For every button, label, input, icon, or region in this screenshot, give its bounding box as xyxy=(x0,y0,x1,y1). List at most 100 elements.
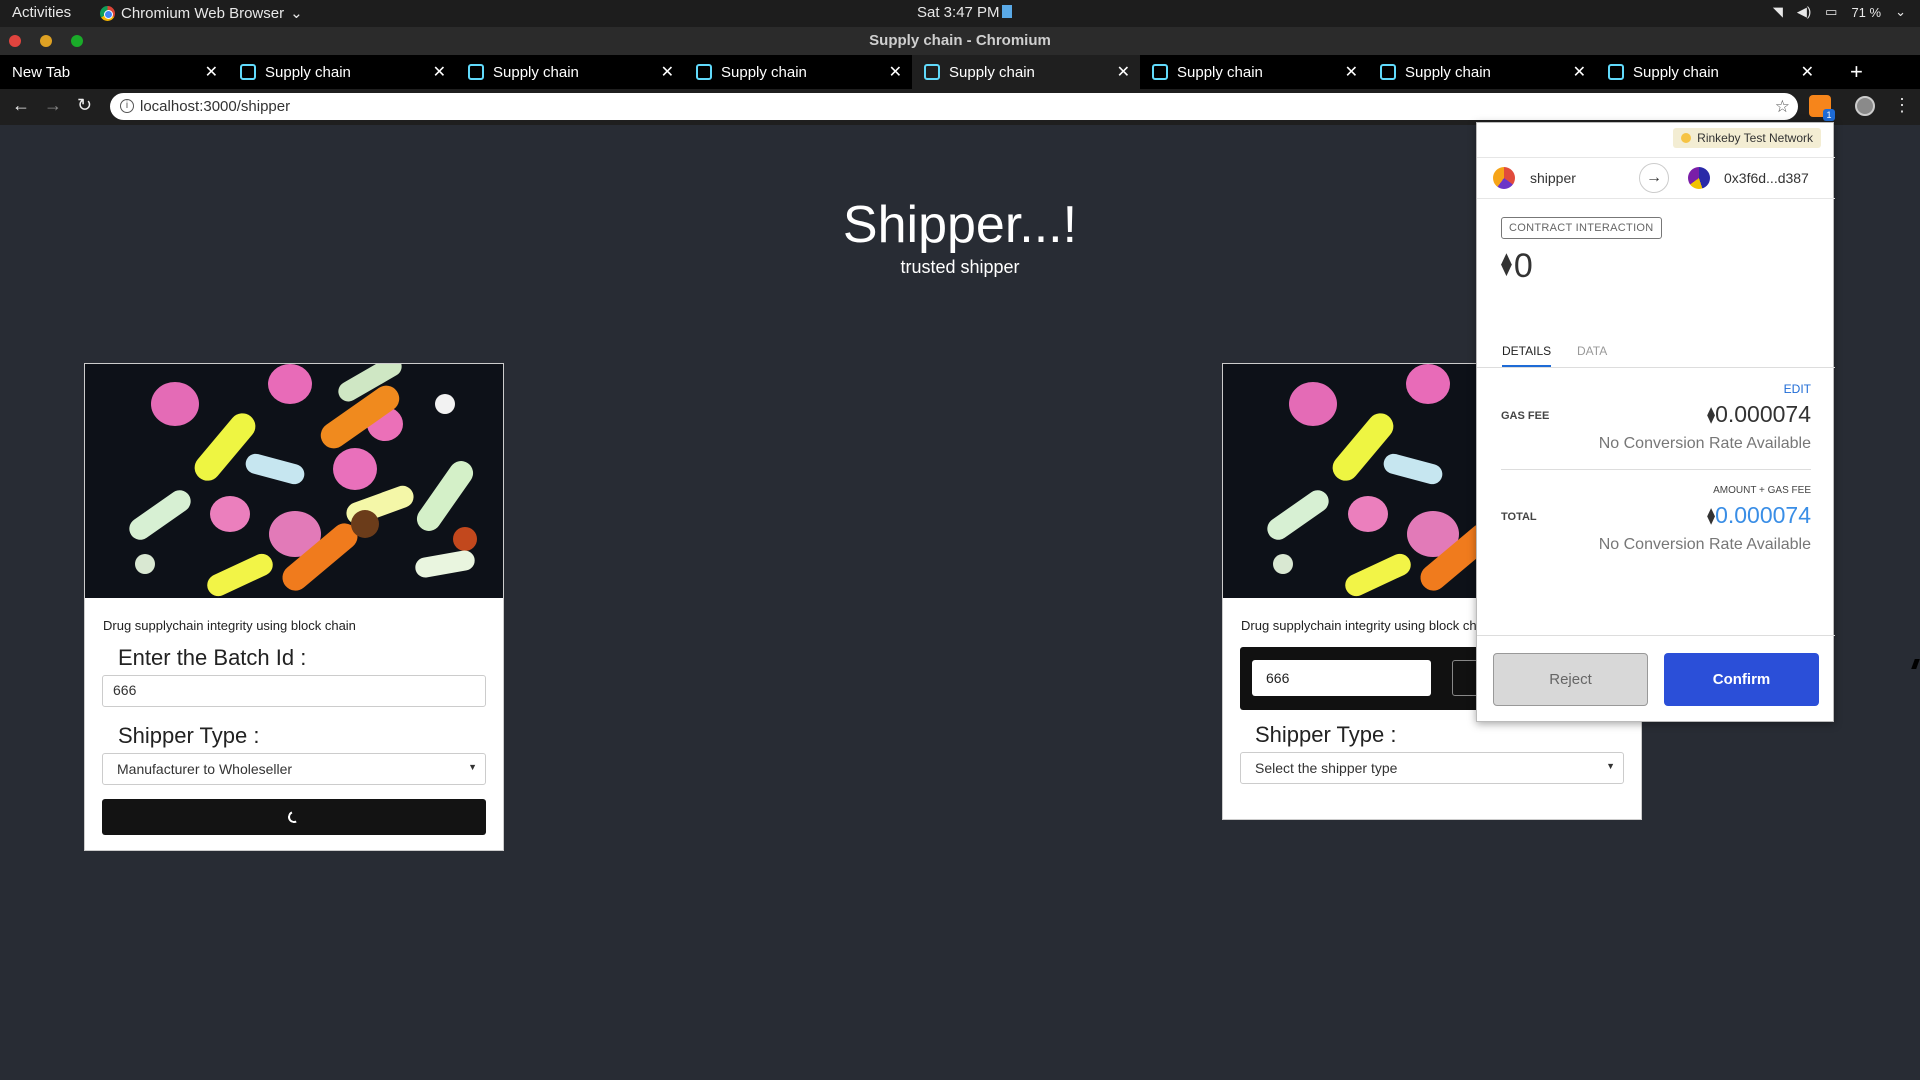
tab-label: Supply chain xyxy=(1177,63,1263,81)
tab-label: Supply chain xyxy=(721,63,807,81)
batch-id-input[interactable]: 666 xyxy=(102,675,486,707)
notification-icon xyxy=(1001,5,1012,18)
sender-name[interactable]: shipper xyxy=(1530,170,1576,186)
volume-icon: ◀) xyxy=(1796,4,1812,19)
edit-gas-link[interactable]: EDIT xyxy=(1784,382,1811,396)
metamask-popup: Rinkeby Test Network shipper → 0x3f6d...… xyxy=(1476,122,1835,722)
tab-supply-chain[interactable]: Supply chain ✕ xyxy=(228,55,456,89)
total-label: TOTAL xyxy=(1501,511,1537,523)
network-name: Rinkeby Test Network xyxy=(1697,131,1813,145)
reload-icon[interactable]: ↻ xyxy=(77,95,92,116)
caret-down-icon: ▼ xyxy=(1606,761,1615,771)
ethereum-icon: ⧫ xyxy=(1707,407,1716,424)
info-icon[interactable]: i xyxy=(120,99,134,113)
close-icon[interactable]: ✕ xyxy=(889,62,902,82)
close-icon[interactable]: ✕ xyxy=(1345,62,1358,82)
card-description: Drug supplychain integrity using block c… xyxy=(103,618,356,633)
tab-label: Supply chain xyxy=(1633,63,1719,81)
network-selector[interactable]: Rinkeby Test Network xyxy=(1673,128,1821,148)
chevron-down-icon: ⌄ xyxy=(290,5,303,22)
pills-image xyxy=(85,364,503,598)
reject-button[interactable]: Reject xyxy=(1493,653,1648,706)
batch-id-label: Enter the Batch Id : xyxy=(118,645,307,670)
activities-button[interactable]: Activities xyxy=(12,4,71,21)
divider xyxy=(1501,469,1811,470)
total-hint: AMOUNT + GAS FEE xyxy=(1713,485,1811,496)
tab-supply-chain[interactable]: Supply chain ✕ xyxy=(1596,55,1824,89)
kebab-menu-icon[interactable]: ⋮ xyxy=(1893,95,1911,116)
react-icon xyxy=(468,64,484,80)
forward-arrow-icon[interactable]: → xyxy=(44,95,62,116)
chromium-icon xyxy=(100,5,115,21)
mouse-cursor xyxy=(1911,659,1920,669)
tab-new-tab[interactable]: New Tab ✕ xyxy=(0,55,228,89)
batch-id-input[interactable]: 666 xyxy=(1252,660,1431,696)
back-arrow-icon[interactable]: ← xyxy=(12,95,30,116)
shipper-type-select[interactable]: Manufacturer to Wholeseller ▼ xyxy=(102,753,486,785)
submit-button-loading[interactable] xyxy=(102,799,486,835)
amount-value: 0 xyxy=(1513,247,1533,285)
tab-label: Supply chain xyxy=(265,63,351,81)
bookmark-star-icon[interactable]: ☆ xyxy=(1775,93,1790,120)
close-icon[interactable]: ✕ xyxy=(1801,62,1814,82)
react-icon xyxy=(240,64,256,80)
tab-data[interactable]: DATA xyxy=(1577,344,1607,358)
network-status-dot xyxy=(1681,133,1692,143)
detail-tabs: DETAILS DATA xyxy=(1477,338,1835,368)
address-bar[interactable]: i localhost:3000/shipper ☆ xyxy=(110,93,1798,120)
shipper-type-label: Shipper Type : xyxy=(1255,722,1397,747)
react-icon xyxy=(1152,64,1168,80)
clock-text: Sat 3:47 PM xyxy=(917,4,1000,21)
total-amount: 0.000074 xyxy=(1715,502,1811,528)
recipient-address[interactable]: 0x3f6d...d387 xyxy=(1724,170,1809,186)
shipper-type-label: Shipper Type : xyxy=(118,723,260,748)
close-icon[interactable]: ✕ xyxy=(205,62,218,82)
ethereum-icon: ⧫ xyxy=(1501,251,1512,276)
react-icon xyxy=(1608,64,1624,80)
system-tray[interactable]: ◥ ◀) ▭ 71 % ⌄ xyxy=(1773,4,1906,20)
gas-fee-value: ⧫0.000074 xyxy=(1707,401,1811,428)
pills-illustration xyxy=(85,364,503,598)
shipper-type-select[interactable]: Select the shipper type ▼ xyxy=(1240,752,1624,784)
new-tab-button[interactable]: + xyxy=(1850,59,1863,85)
close-window-icon[interactable] xyxy=(9,35,21,47)
metamask-extension-icon[interactable]: 1 xyxy=(1809,95,1835,121)
total-conversion-note: No Conversion Rate Available xyxy=(1598,536,1811,553)
total-value: ⧫0.000074 xyxy=(1707,502,1811,529)
tab-supply-chain[interactable]: Supply chain ✕ xyxy=(684,55,912,89)
window-title-bar: Supply chain - Chromium xyxy=(0,27,1920,55)
gas-fee-label: GAS FEE xyxy=(1501,410,1550,422)
extension-badge: 1 xyxy=(1823,109,1835,121)
gas-fee-amount: 0.000074 xyxy=(1715,401,1811,427)
transaction-amount: ⧫0 xyxy=(1501,247,1533,286)
tab-supply-chain-active[interactable]: Supply chain ✕ xyxy=(912,55,1140,89)
confirm-button[interactable]: Confirm xyxy=(1664,653,1819,706)
react-icon xyxy=(924,64,940,80)
tab-label: New Tab xyxy=(12,63,71,81)
close-icon[interactable]: ✕ xyxy=(1573,62,1586,82)
tab-details[interactable]: DETAILS xyxy=(1502,344,1552,367)
sender-recipient-row: shipper → 0x3f6d...d387 xyxy=(1477,157,1835,199)
tab-supply-chain[interactable]: Supply chain ✕ xyxy=(1140,55,1368,89)
chevron-down-icon: ⌄ xyxy=(1895,4,1906,19)
loading-spinner-icon xyxy=(286,809,302,825)
close-icon[interactable]: ✕ xyxy=(661,62,674,82)
window-title: Supply chain - Chromium xyxy=(869,32,1051,49)
browser-toolbar: ← → ↻ i localhost:3000/shipper ☆ 1 ⋮ xyxy=(0,89,1920,125)
wifi-icon: ◥ xyxy=(1772,4,1783,19)
sender-avatar xyxy=(1493,167,1515,189)
tab-supply-chain[interactable]: Supply chain ✕ xyxy=(456,55,684,89)
tab-label: Supply chain xyxy=(1405,63,1491,81)
close-icon[interactable]: ✕ xyxy=(1117,62,1130,82)
tab-supply-chain[interactable]: Supply chain ✕ xyxy=(1368,55,1596,89)
gas-fee-conversion-note: No Conversion Rate Available xyxy=(1598,435,1811,452)
app-menu[interactable]: Chromium Web Browser ⌄ xyxy=(100,4,303,22)
minimize-window-icon[interactable] xyxy=(40,35,52,47)
profile-avatar[interactable] xyxy=(1855,96,1875,116)
selected-option: Manufacturer to Wholeseller xyxy=(117,761,293,777)
close-icon[interactable]: ✕ xyxy=(433,62,446,82)
clock[interactable]: Sat 3:47 PM xyxy=(917,4,1012,21)
url-text: localhost:3000/shipper xyxy=(140,98,291,115)
tab-label: Supply chain xyxy=(949,63,1035,81)
maximize-window-icon[interactable] xyxy=(71,35,83,47)
